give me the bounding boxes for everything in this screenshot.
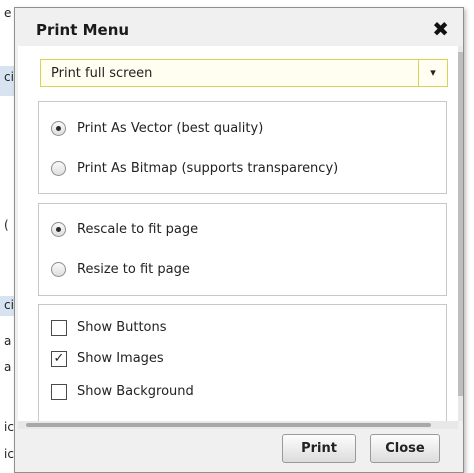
print-as-bitmap-radio[interactable] xyxy=(51,161,66,176)
show-images-checkbox[interactable]: ✓ xyxy=(51,351,67,367)
dialog-content: Print full screen ▾ Print As Vector (bes… xyxy=(18,46,458,421)
close-icon[interactable]: ✖ xyxy=(432,17,449,41)
scale-mode-group: Rescale to fit page Resize to fit page xyxy=(38,203,447,296)
show-background-label: Show Background xyxy=(77,384,194,399)
dialog-titlebar: Print Menu ✖ xyxy=(15,8,463,46)
print-as-vector-label: Print As Vector (best quality) xyxy=(77,121,264,136)
chevron-down-icon[interactable]: ▾ xyxy=(418,60,447,86)
print-button[interactable]: Print xyxy=(282,434,356,463)
resize-label: Resize to fit page xyxy=(77,262,190,277)
print-mode-value: Print full screen xyxy=(51,66,153,81)
vertical-scrollbar[interactable] xyxy=(458,46,463,421)
background-text: ic xyxy=(4,447,14,461)
print-as-vector-radio[interactable] xyxy=(51,121,66,136)
render-mode-group: Print As Vector (best quality) Print As … xyxy=(38,101,447,194)
show-background-checkbox[interactable] xyxy=(51,384,67,400)
print-as-bitmap-label: Print As Bitmap (supports transparency) xyxy=(77,161,339,176)
rescale-radio[interactable] xyxy=(51,222,66,237)
background-text: ci xyxy=(4,70,14,84)
show-buttons-label: Show Buttons xyxy=(77,320,167,335)
show-buttons-checkbox[interactable] xyxy=(51,320,67,336)
show-images-label: Show Images xyxy=(77,351,164,366)
background-text: e xyxy=(4,6,12,20)
background-text: ci xyxy=(4,298,14,312)
background-text: a xyxy=(4,360,12,374)
horizontal-scroll-thumb[interactable] xyxy=(26,423,431,427)
vertical-scroll-thumb[interactable] xyxy=(458,52,463,396)
rescale-label: Rescale to fit page xyxy=(77,222,199,237)
background-text: a xyxy=(4,334,12,348)
background-text: ( xyxy=(4,218,9,232)
horizontal-scrollbar[interactable] xyxy=(18,421,458,429)
print-menu-dialog: Print Menu ✖ Print full screen ▾ Print A… xyxy=(14,7,464,473)
close-button[interactable]: Close xyxy=(370,434,440,463)
background-text: ic xyxy=(4,420,14,434)
resize-radio[interactable] xyxy=(51,262,66,277)
dialog-title: Print Menu xyxy=(36,21,130,39)
show-options-group: Show Buttons ✓ Show Images Show Backgrou… xyxy=(38,304,447,421)
print-mode-select[interactable]: Print full screen ▾ xyxy=(40,59,448,87)
